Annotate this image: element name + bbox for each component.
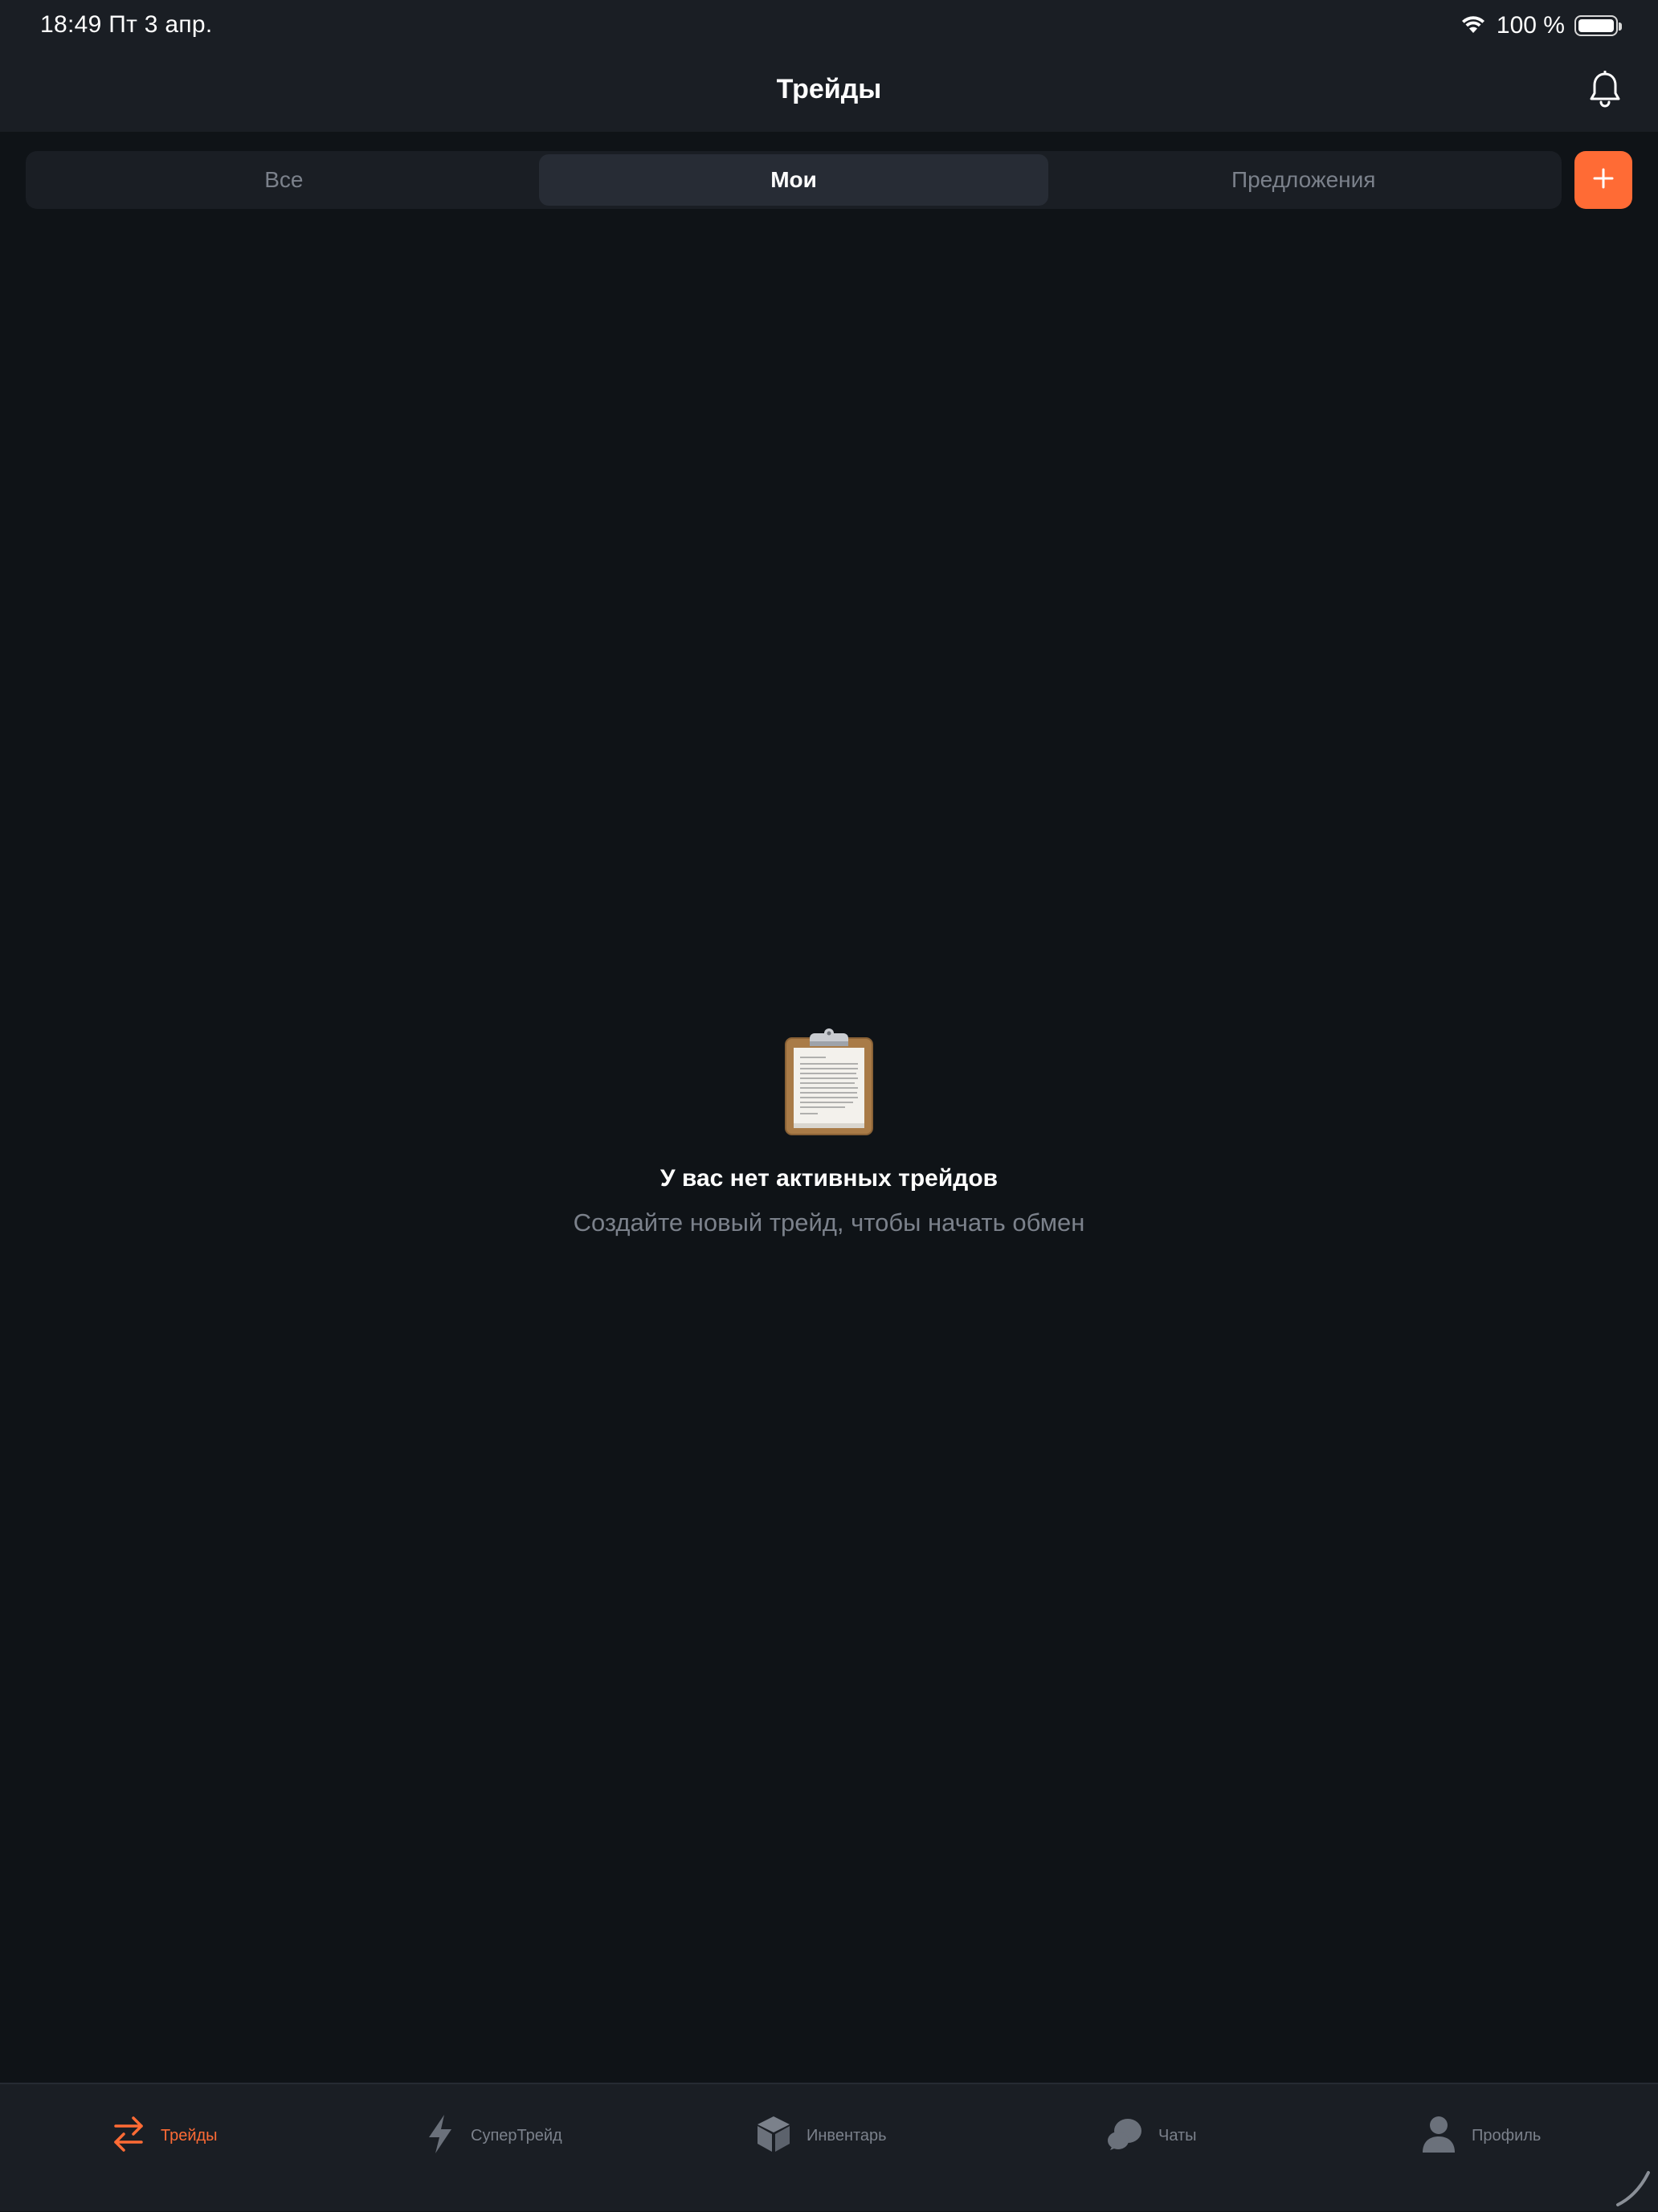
tab-mine[interactable]: Мои bbox=[538, 154, 1049, 206]
tab-all[interactable]: Все bbox=[29, 154, 539, 206]
tabbar-label-profile: Профиль bbox=[1472, 2126, 1542, 2145]
status-indicators: 100 % bbox=[1460, 11, 1622, 40]
segment-row: Все Мои Предложения bbox=[26, 151, 1632, 209]
clipboard-icon bbox=[0, 1028, 1658, 1138]
plus-icon bbox=[1592, 167, 1615, 194]
status-bar: 18:49 Пт 3 апр. 100 % bbox=[0, 0, 1658, 51]
notifications-button[interactable] bbox=[1581, 67, 1629, 116]
empty-state-subtitle: Создайте новый трейд, чтобы начать обмен bbox=[573, 1208, 1085, 1237]
person-icon bbox=[1420, 2114, 1457, 2158]
corner-handle-icon bbox=[1613, 2168, 1653, 2208]
tabbar-label-inventory: Инвентарь bbox=[807, 2126, 887, 2145]
arrows-swap-icon bbox=[111, 2115, 146, 2157]
tabbar-label-trades: Трейды bbox=[161, 2126, 218, 2145]
segmented-control: Все Мои Предложения bbox=[26, 151, 1562, 209]
battery-icon bbox=[1574, 15, 1622, 36]
tab-bar: Трейды СуперТрейд Инвентарь Чаты Профиль bbox=[0, 2083, 1658, 2211]
tabbar-item-inventory[interactable]: Инвентарь bbox=[755, 2112, 887, 2160]
tabbar-item-trades[interactable]: Трейды bbox=[111, 2112, 218, 2160]
empty-state: У вас нет активных трейдов Создайте новы… bbox=[0, 1028, 1658, 1237]
tabbar-item-chats[interactable]: Чаты bbox=[1105, 2112, 1197, 2160]
cube-icon bbox=[755, 2114, 792, 2158]
wifi-icon bbox=[1460, 14, 1487, 39]
tabbar-item-supertrade[interactable]: СуперТрейд bbox=[424, 2112, 562, 2160]
bell-icon bbox=[1587, 70, 1623, 113]
lightning-icon bbox=[424, 2113, 456, 2159]
tabbar-item-profile[interactable]: Профиль bbox=[1420, 2112, 1541, 2160]
add-trade-button[interactable] bbox=[1574, 151, 1632, 209]
chat-bubbles-icon bbox=[1105, 2115, 1144, 2157]
battery-percentage: 100 % bbox=[1496, 12, 1565, 39]
empty-state-title: У вас нет активных трейдов bbox=[660, 1165, 998, 1192]
tabbar-label-chats: Чаты bbox=[1158, 2126, 1197, 2145]
tab-offers[interactable]: Предложения bbox=[1048, 154, 1558, 206]
tabbar-label-supertrade: СуперТрейд bbox=[471, 2126, 562, 2145]
page-title: Трейды bbox=[776, 74, 882, 104]
status-time-date: 18:49 Пт 3 апр. bbox=[40, 11, 213, 38]
navigation-bar: Трейды bbox=[0, 51, 1658, 132]
